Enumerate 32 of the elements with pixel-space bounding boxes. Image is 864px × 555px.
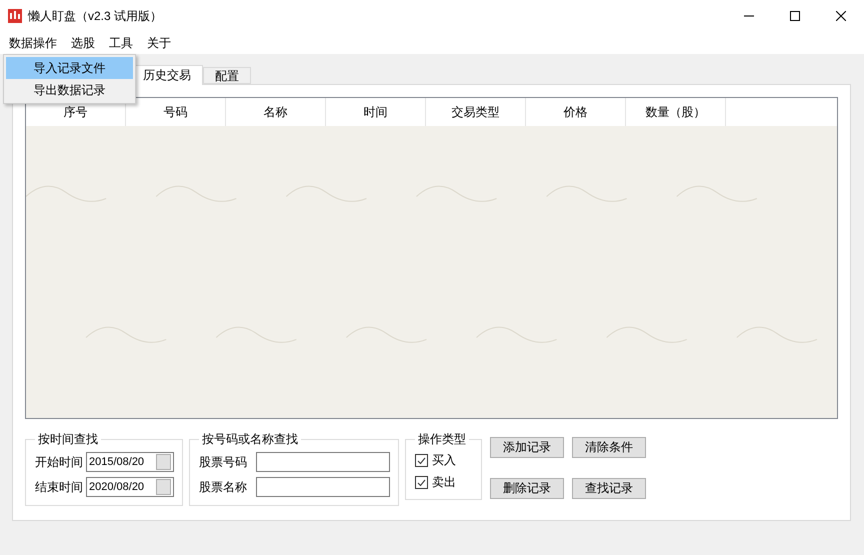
action-button[interactable]: 删除记录	[490, 478, 564, 499]
field-label: 股票号码	[199, 454, 247, 470]
input-field[interactable]	[256, 477, 390, 497]
group-title: 操作类型	[417, 431, 467, 448]
tab[interactable]: 配置	[203, 67, 251, 84]
candlestick-icon	[8, 9, 22, 23]
maximize-icon	[790, 11, 800, 21]
date-picker[interactable]: 2015/08/20	[86, 452, 174, 472]
window-title: 懒人盯盘（v2.3 试用版）	[28, 8, 164, 24]
close-icon	[836, 11, 846, 21]
check-icon	[417, 456, 426, 465]
menu-item[interactable]: 选股	[64, 32, 102, 54]
menu-entry[interactable]: 导出数据记录	[6, 79, 133, 101]
group-title: 按时间查找	[37, 431, 99, 448]
field-label: 开始时间	[35, 454, 83, 470]
checkbox-label: 买入	[432, 452, 456, 469]
menu-item[interactable]: 数据操作	[2, 32, 64, 54]
check-icon	[417, 478, 426, 487]
group-title: 按号码或名称查找	[201, 431, 299, 448]
input-field[interactable]	[256, 452, 390, 472]
checkbox[interactable]	[415, 454, 428, 467]
checkbox[interactable]	[415, 476, 428, 489]
action-button[interactable]: 查找记录	[572, 478, 646, 499]
menu-entry[interactable]: 导入记录文件	[6, 57, 133, 79]
action-button[interactable]: 清除条件	[572, 437, 646, 458]
action-button[interactable]: 添加记录	[490, 437, 564, 458]
date-picker[interactable]: 2020/08/20	[86, 477, 174, 497]
field-label: 结束时间	[35, 478, 83, 496]
field-label: 股票名称	[199, 478, 247, 496]
checkbox-label: 卖出	[432, 474, 456, 491]
menu-item[interactable]: 工具	[102, 32, 140, 54]
menu-item[interactable]: 关于	[140, 32, 178, 54]
